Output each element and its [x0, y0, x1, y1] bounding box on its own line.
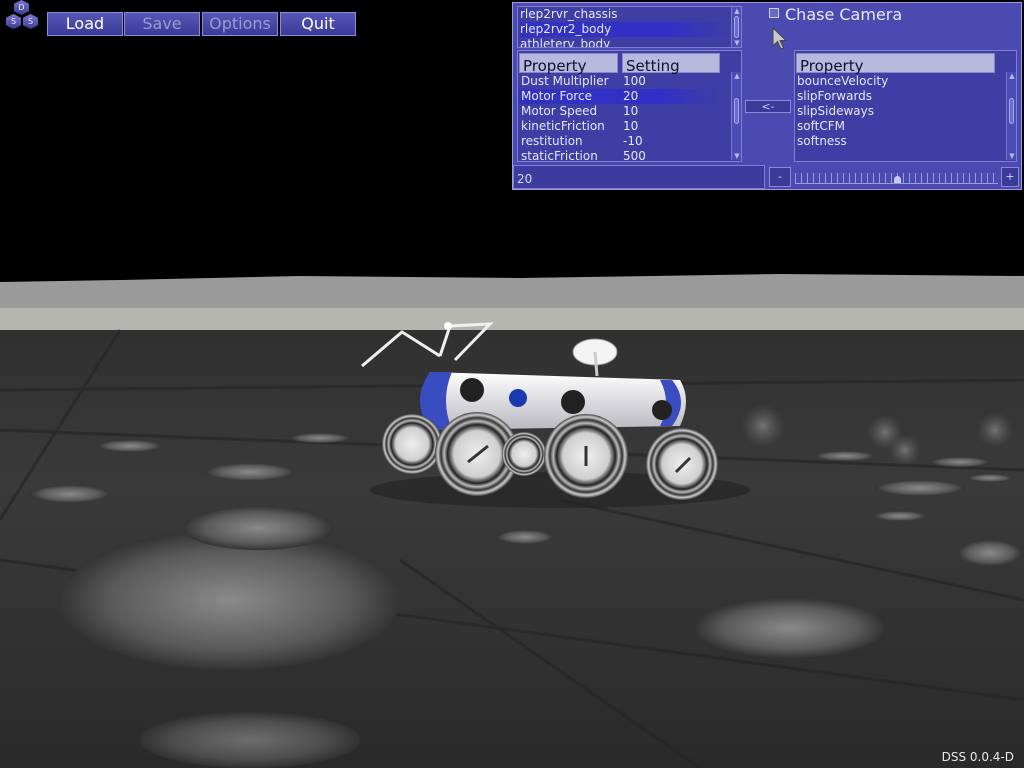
- property-setting: 500: [623, 149, 646, 162]
- available-property-item[interactable]: softCFM: [797, 119, 845, 134]
- assigned-properties-table[interactable]: Property Setting Dust Multiplier 100 Motor…: [517, 50, 742, 162]
- scroll-thumb[interactable]: [734, 98, 739, 124]
- scroll-down-arrow-icon[interactable]: ▼: [732, 152, 742, 160]
- increment-button[interactable]: +: [1001, 167, 1019, 187]
- chase-camera-label[interactable]: Chase Camera: [785, 5, 902, 24]
- available-property-item[interactable]: softness: [797, 134, 847, 149]
- available-property-item[interactable]: slipForwards: [797, 89, 872, 104]
- logo-hex-s1: S: [6, 14, 21, 29]
- property-row-selected[interactable]: Motor Force 20: [519, 89, 719, 104]
- load-button[interactable]: Load: [47, 12, 123, 36]
- lunar-terrain: [0, 274, 1024, 768]
- property-setting: 20: [623, 89, 639, 103]
- logo-hex-d: D: [14, 0, 29, 15]
- scroll-up-arrow-icon[interactable]: ▲: [1007, 72, 1017, 80]
- object-list-item[interactable]: rlep2rvr_chassis: [520, 7, 725, 22]
- available-properties-list[interactable]: Property bounceVelocity slipForwards slipS…: [794, 50, 1017, 162]
- decrement-button[interactable]: -: [769, 167, 791, 187]
- property-row[interactable]: staticFriction 500: [519, 149, 719, 162]
- available-property-item[interactable]: bounceVelocity: [797, 74, 888, 89]
- property-setting: 100: [623, 74, 646, 88]
- property-name: staticFriction: [521, 149, 598, 162]
- column-header-property-available[interactable]: Property: [796, 53, 995, 75]
- property-setting: 10: [623, 119, 639, 133]
- property-name: Motor Force: [521, 89, 592, 103]
- scroll-down-arrow-icon[interactable]: ▼: [732, 39, 742, 47]
- options-button[interactable]: Options: [202, 12, 278, 36]
- save-button[interactable]: Save: [124, 12, 200, 36]
- setting-value-field[interactable]: 20: [513, 165, 765, 189]
- scroll-thumb[interactable]: [734, 16, 739, 38]
- property-name: restitution: [521, 134, 583, 148]
- column-header-setting[interactable]: Setting: [622, 53, 720, 75]
- object-list-item-selected[interactable]: rlep2rvr2_body: [520, 22, 730, 37]
- property-row[interactable]: Dust Multiplier 100: [519, 74, 719, 89]
- property-name: Dust Multiplier: [521, 74, 609, 88]
- move-property-left-button[interactable]: <-: [745, 100, 791, 113]
- scroll-thumb[interactable]: [1009, 98, 1014, 124]
- scroll-down-arrow-icon[interactable]: ▼: [1007, 152, 1017, 160]
- property-row[interactable]: restitution -10: [519, 134, 719, 149]
- column-header-property[interactable]: Property: [519, 53, 618, 75]
- version-label: DSS 0.0.4-D: [941, 750, 1014, 764]
- chase-camera-checkbox[interactable]: [769, 8, 779, 18]
- property-editor-panel: rlep2rvr_chassis rlep2rvr2_body athleter…: [512, 2, 1022, 190]
- available-scrollbar[interactable]: ▲ ▼: [1006, 72, 1016, 160]
- setting-slider[interactable]: [795, 173, 998, 184]
- property-setting: -10: [623, 134, 643, 148]
- dss-logo: D S S: [0, 0, 44, 34]
- object-list[interactable]: rlep2rvr_chassis rlep2rvr2_body athleter…: [517, 6, 742, 48]
- property-row[interactable]: kineticFriction 10: [519, 119, 719, 134]
- slider-thumb[interactable]: [893, 176, 901, 183]
- property-name: kineticFriction: [521, 119, 605, 133]
- property-setting: 10: [623, 104, 639, 118]
- scroll-up-arrow-icon[interactable]: ▲: [732, 7, 742, 15]
- scroll-up-arrow-icon[interactable]: ▲: [732, 72, 742, 80]
- property-name: Motor Speed: [521, 104, 598, 118]
- logo-hex-s2: S: [23, 14, 38, 29]
- object-list-scrollbar[interactable]: ▲ ▼: [731, 7, 741, 47]
- quit-button[interactable]: Quit: [280, 12, 356, 36]
- available-property-item[interactable]: slipSideways: [797, 104, 874, 119]
- object-list-item[interactable]: athleterv_body: [520, 37, 725, 47]
- mouse-cursor-icon: [772, 27, 788, 50]
- properties-scrollbar[interactable]: ▲ ▼: [731, 72, 741, 160]
- property-row[interactable]: Motor Speed 10: [519, 104, 719, 119]
